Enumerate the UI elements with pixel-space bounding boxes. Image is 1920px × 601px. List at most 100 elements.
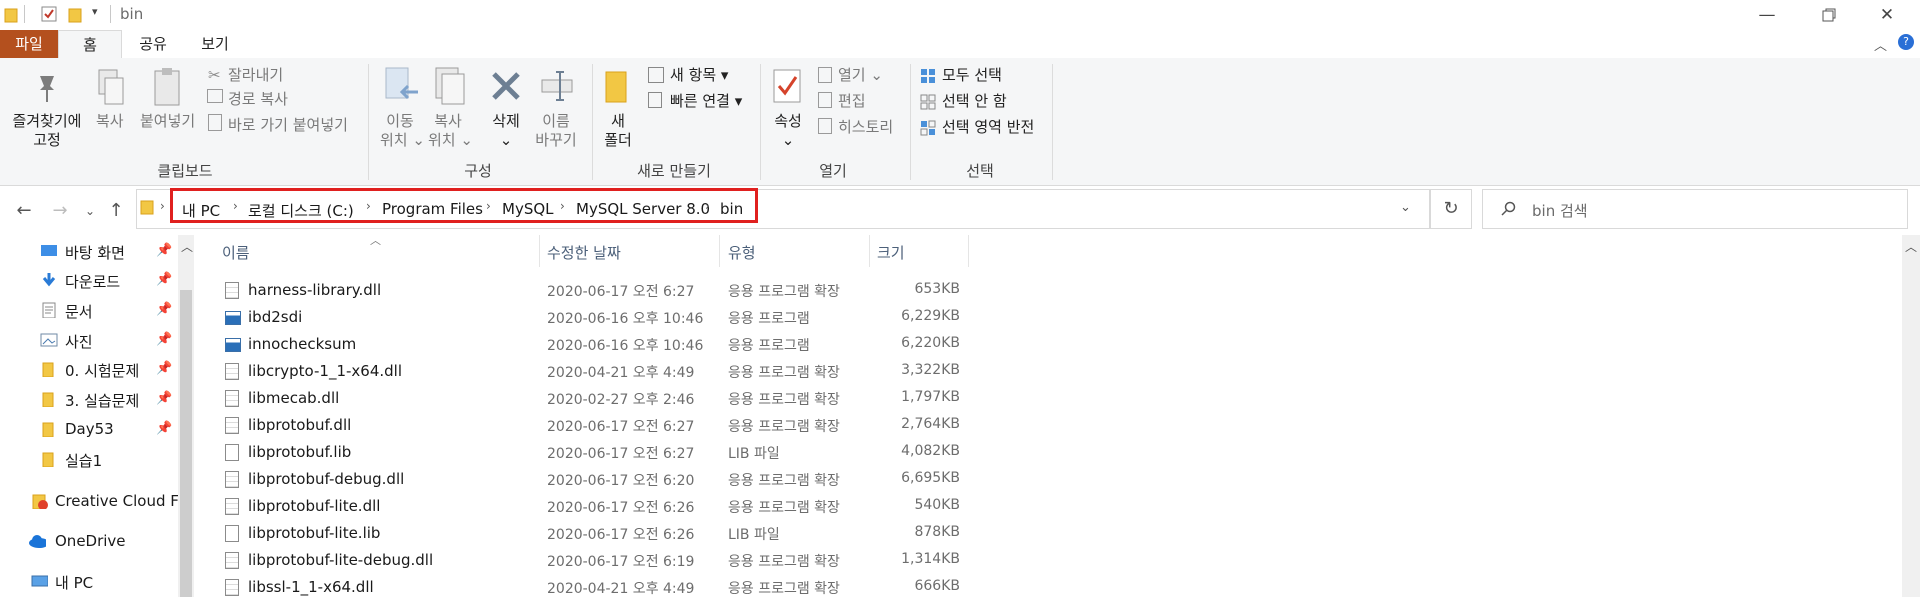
- dll-file-icon: [225, 552, 239, 569]
- nav-item-pictures[interactable]: 사진 📌: [0, 328, 178, 354]
- move-to-button[interactable]: 이동 위치 ⌄: [380, 112, 425, 150]
- file-row[interactable]: innochecksum 2020-06-16 오후 10:46 응용 프로그램 6,…: [220, 331, 980, 358]
- file-row[interactable]: libprotobuf-lite.dll 2020-06-17 오전 6:26 응용…: [220, 493, 980, 520]
- rename-button[interactable]: 이름 바꾸기: [534, 112, 578, 150]
- forward-button[interactable]: →: [48, 200, 72, 222]
- file-date: 2020-06-17 오전 6:27: [547, 284, 695, 300]
- pin-icon: [40, 76, 54, 102]
- properties-label-2: ⌄: [781, 131, 795, 149]
- tab-file[interactable]: 파일: [0, 30, 58, 58]
- file-size: 6,220KB: [901, 335, 960, 351]
- nav-item-practice[interactable]: 3. 실습문제 📌: [0, 387, 178, 413]
- history-icon: [818, 118, 832, 134]
- sort-ascending-icon: ︿: [370, 234, 381, 247]
- desktop-icon: [41, 245, 57, 256]
- file-row[interactable]: libprotobuf-lite.lib 2020-06-17 오전 6:26 LI…: [220, 520, 980, 547]
- column-divider[interactable]: [968, 235, 969, 267]
- properties-icon[interactable]: [40, 5, 58, 23]
- column-header-date[interactable]: 수정한 날짜: [547, 242, 621, 263]
- file-row[interactable]: libprotobuf.lib 2020-06-17 오전 6:27 LIB 파일 4…: [220, 439, 980, 466]
- collapse-ribbon-icon[interactable]: ︿: [1874, 35, 1887, 54]
- scroll-up-icon[interactable]: ︿: [1905, 238, 1917, 255]
- nav-item-documents[interactable]: 문서 📌: [0, 298, 178, 324]
- up-button[interactable]: ↑: [104, 200, 128, 222]
- tab-view[interactable]: 보기: [190, 30, 240, 58]
- file-row[interactable]: libmecab.dll 2020-02-27 오후 2:46 응용 프로그램 확장…: [220, 385, 980, 412]
- dll-file-icon: [225, 579, 239, 596]
- recent-locations-button[interactable]: ⌄: [78, 200, 102, 222]
- copy-to-label-1: 복사: [434, 112, 462, 130]
- file-type: 응용 프로그램 확장: [728, 473, 840, 489]
- column-divider[interactable]: [719, 235, 720, 267]
- cut-button[interactable]: 잘라내기: [228, 66, 283, 85]
- restore-button[interactable]: [1800, 0, 1858, 30]
- pin-icon: 📌: [156, 272, 173, 287]
- title-bar: ▾ bin — ✕: [0, 0, 1920, 30]
- easy-access-button[interactable]: 빠른 연결 ▾: [670, 92, 742, 111]
- select-none-button[interactable]: 선택 안 함: [942, 92, 1007, 111]
- new-folder-icon[interactable]: [68, 7, 82, 23]
- scroll-up-icon[interactable]: ︿: [181, 238, 193, 255]
- nav-item-this-pc[interactable]: 내 PC: [0, 569, 178, 595]
- file-icon: [225, 525, 239, 542]
- properties-button[interactable]: 속성 ⌄: [770, 112, 806, 150]
- delete-button[interactable]: 삭제 ⌄: [488, 112, 524, 150]
- nav-item-exam[interactable]: 0. 시험문제 📌: [0, 357, 178, 383]
- tab-home[interactable]: 홈: [58, 30, 122, 59]
- file-row[interactable]: harness-library.dll 2020-06-17 오전 6:27 응용 …: [220, 277, 980, 304]
- nav-item-day53[interactable]: Day53 📌: [0, 417, 178, 443]
- address-dropdown-icon[interactable]: ⌄: [1400, 200, 1411, 215]
- paste-button[interactable]: 붙여넣기: [140, 112, 195, 131]
- back-button[interactable]: ←: [12, 200, 36, 222]
- file-row[interactable]: libprotobuf.dll 2020-06-17 오전 6:27 응용 프로그램…: [220, 412, 980, 439]
- open-button[interactable]: 열기 ⌄: [838, 66, 883, 85]
- application-icon: [225, 338, 241, 352]
- column-header-type[interactable]: 유형: [728, 242, 756, 263]
- nav-item-downloads[interactable]: 다운로드 📌: [0, 268, 178, 294]
- nav-item-creative-cloud[interactable]: Creative Cloud Fil: [0, 489, 186, 515]
- tab-share[interactable]: 공유: [128, 30, 178, 58]
- invert-selection-button[interactable]: 선택 영역 반전: [942, 118, 1034, 137]
- up-arrow-icon: ↑: [108, 200, 124, 221]
- file-row[interactable]: ibd2sdi 2020-06-16 오후 10:46 응용 프로그램 6,229KB: [220, 304, 980, 331]
- nav-item-practice1[interactable]: 실습1: [0, 447, 178, 473]
- file-list-scrollbar[interactable]: [1902, 235, 1920, 597]
- file-size: 666KB: [914, 578, 960, 594]
- copy-path-button[interactable]: 경로 복사: [228, 90, 288, 109]
- help-icon[interactable]: ?: [1898, 34, 1914, 50]
- new-item-button[interactable]: 새 항목 ▾: [670, 66, 728, 85]
- paste-icon: [154, 68, 180, 106]
- ribbon: 즐겨찾기에 고정 복사 붙여넣기 ✂ 잘라내기 경로 복사 바로 가기 붙여넣기…: [0, 58, 1920, 186]
- file-row[interactable]: libprotobuf-debug.dll 2020-06-17 오전 6:20 응…: [220, 466, 980, 493]
- nav-item-onedrive[interactable]: OneDrive: [0, 529, 178, 555]
- nav-item-label: 다운로드: [65, 273, 121, 291]
- file-name: libprotobuf.dll: [248, 416, 352, 434]
- paste-shortcut-button[interactable]: 바로 가기 붙여넣기: [228, 116, 348, 135]
- file-date: 2020-06-17 오전 6:27: [547, 419, 695, 435]
- group-label-select: 선택: [966, 162, 994, 180]
- column-header-name[interactable]: 이름: [222, 242, 250, 263]
- minimize-button[interactable]: —: [1738, 0, 1796, 30]
- history-button[interactable]: 히스토리: [838, 118, 893, 137]
- refresh-button[interactable]: ↻: [1430, 189, 1472, 229]
- easy-access-icon: [648, 92, 662, 108]
- nav-scrollbar-thumb[interactable]: [180, 290, 192, 597]
- copy-to-button[interactable]: 복사 위치 ⌄: [428, 112, 473, 150]
- column-divider[interactable]: [539, 235, 540, 267]
- column-header-size[interactable]: 크기: [877, 242, 905, 263]
- picture-icon: [40, 333, 58, 347]
- file-row[interactable]: libcrypto-1_1-x64.dll 2020-04-21 오후 4:49 응…: [220, 358, 980, 385]
- file-date: 2020-06-16 오후 10:46: [547, 311, 704, 327]
- pin-to-quick-access-button[interactable]: 즐겨찾기에 고정: [10, 112, 84, 150]
- quick-access-dropdown-icon[interactable]: ▾: [92, 5, 98, 18]
- copy-button[interactable]: 복사: [96, 112, 124, 131]
- column-divider[interactable]: [869, 235, 870, 267]
- file-row[interactable]: libprotobuf-lite-debug.dll 2020-06-17 오전 …: [220, 547, 980, 574]
- dll-file-icon: [225, 498, 239, 515]
- select-all-button[interactable]: 모두 선택: [942, 66, 1002, 85]
- nav-item-label: 3. 실습문제: [65, 392, 140, 410]
- close-button[interactable]: ✕: [1858, 0, 1916, 30]
- nav-item-desktop[interactable]: 바탕 화면 📌: [0, 239, 178, 265]
- new-folder-button[interactable]: 새 폴더: [602, 112, 634, 150]
- edit-button[interactable]: 편집: [838, 92, 866, 111]
